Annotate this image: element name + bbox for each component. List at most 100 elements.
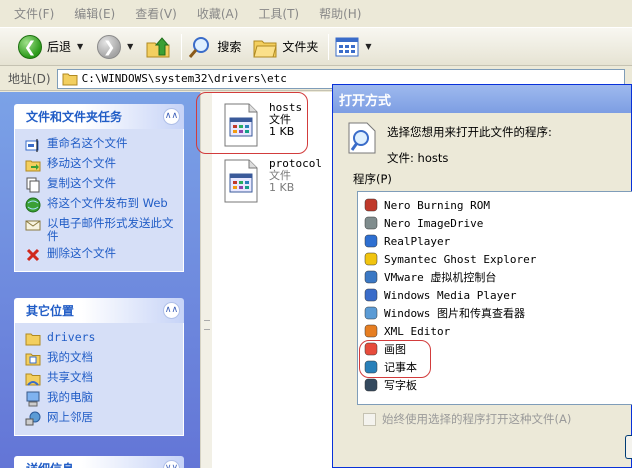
other-places-title: 其它位置 bbox=[26, 304, 75, 318]
views-icon bbox=[335, 37, 359, 56]
other-places-header[interactable]: 其它位置 ∧∧ bbox=[14, 298, 184, 323]
back-button[interactable]: ❮ 后退 ▼ bbox=[18, 32, 83, 62]
views-button[interactable]: ▼ bbox=[335, 32, 372, 62]
dialog-file-label: 文件: hosts bbox=[387, 151, 449, 165]
always-use-label: 始终使用选择的程序打开这种文件(A) bbox=[382, 412, 572, 426]
folders-icon bbox=[253, 40, 277, 57]
program-icon bbox=[364, 324, 378, 338]
program-icon bbox=[364, 288, 378, 302]
always-use-row[interactable]: 始终使用选择的程序打开这种文件(A) bbox=[363, 411, 571, 427]
dialog-prompt: 选择您想用来打开此文件的程序: bbox=[387, 125, 552, 139]
menu-help[interactable]: 帮助(H) bbox=[319, 5, 361, 22]
folder-icon bbox=[25, 333, 41, 346]
program-item[interactable]: Nero Burning ROM bbox=[358, 196, 632, 214]
folders-label: 文件夹 bbox=[282, 40, 319, 54]
task-move[interactable]: 移动这个文件 bbox=[25, 157, 175, 173]
menu-tools[interactable]: 工具(T) bbox=[258, 5, 299, 22]
web-publish-icon bbox=[25, 197, 41, 213]
program-item[interactable]: Windows 图片和传真查看器 bbox=[358, 304, 632, 322]
move-icon bbox=[25, 160, 41, 172]
programs-label: 程序(P) bbox=[353, 172, 392, 186]
task-publish-web-label: 将这个文件发布到 Web bbox=[47, 196, 168, 210]
place-my-computer[interactable]: 我的电脑 bbox=[25, 391, 175, 407]
task-email[interactable]: 以电子邮件形式发送此文件 bbox=[25, 217, 175, 243]
program-item[interactable]: RealPlayer bbox=[358, 232, 632, 250]
place-network[interactable]: 网上邻居 bbox=[25, 411, 175, 427]
open-with-icon bbox=[348, 122, 376, 154]
task-rename[interactable]: 重命名这个文件 bbox=[25, 137, 175, 153]
browse-button[interactable] bbox=[625, 435, 632, 459]
up-folder-button[interactable] bbox=[145, 32, 171, 62]
delete-icon bbox=[26, 248, 40, 262]
toolbar: ❮ 后退 ▼ ❯ ▼ 搜索 文件夹 ▼ bbox=[0, 28, 632, 66]
menu-view[interactable]: 查看(V) bbox=[135, 5, 177, 22]
file-tasks-title: 文件和文件夹任务 bbox=[26, 110, 123, 124]
dialog-header: 选择您想用来打开此文件的程序: 文件: hosts bbox=[347, 121, 552, 166]
dialog-title: 打开方式 bbox=[339, 93, 392, 109]
menu-favorites[interactable]: 收藏(A) bbox=[197, 5, 239, 22]
address-path: C:\WINDOWS\system32\drivers\etc bbox=[81, 72, 287, 85]
scroll-grip[interactable] bbox=[204, 320, 210, 330]
task-publish-web[interactable]: 将这个文件发布到 Web bbox=[25, 197, 175, 213]
up-folder-icon bbox=[146, 36, 170, 57]
program-icon bbox=[364, 252, 378, 266]
back-label: 后退 bbox=[47, 40, 72, 54]
program-icon bbox=[364, 198, 378, 212]
program-name: Windows Media Player bbox=[384, 288, 517, 302]
chevron-up-icon[interactable]: ∧∧ bbox=[163, 302, 180, 319]
email-icon bbox=[25, 220, 41, 231]
place-drivers[interactable]: drivers bbox=[25, 331, 175, 347]
program-item[interactable]: XML Editor bbox=[358, 322, 632, 340]
forward-arrow-icon: ❯ bbox=[97, 34, 122, 59]
program-name: Nero ImageDrive bbox=[384, 216, 484, 230]
file-protocol[interactable]: protocol 文件 1 KB bbox=[222, 158, 322, 204]
menu-file[interactable]: 文件(F) bbox=[14, 5, 54, 22]
program-icon bbox=[364, 234, 378, 248]
program-item[interactable]: Nero ImageDrive bbox=[358, 214, 632, 232]
menu-edit[interactable]: 编辑(E) bbox=[74, 5, 115, 22]
highlight-annotation bbox=[196, 92, 308, 154]
program-name: Windows 图片和传真查看器 bbox=[384, 307, 525, 320]
copy-icon bbox=[26, 177, 40, 193]
dialog-text: 选择您想用来打开此文件的程序: 文件: hosts bbox=[387, 121, 552, 166]
program-item[interactable]: Windows Media Player bbox=[358, 286, 632, 304]
program-name: VMware 虚拟机控制台 bbox=[384, 271, 497, 284]
place-shared-documents[interactable]: 共享文档 bbox=[25, 371, 175, 387]
program-icon bbox=[364, 270, 378, 284]
program-icon bbox=[364, 216, 378, 230]
menu-bar: 文件(F) 编辑(E) 查看(V) 收藏(A) 工具(T) 帮助(H) bbox=[0, 0, 632, 28]
chevron-up-icon[interactable]: ∧∧ bbox=[163, 108, 180, 125]
toolbar-separator bbox=[181, 33, 183, 60]
search-button[interactable]: 搜索 bbox=[188, 32, 241, 62]
forward-button[interactable]: ❯ ▼ bbox=[97, 32, 133, 62]
always-use-checkbox[interactable] bbox=[363, 412, 376, 426]
chevron-down-icon[interactable]: ∨∨ bbox=[163, 460, 180, 468]
file-size: 1 KB bbox=[269, 181, 295, 194]
forward-dropdown-icon[interactable]: ▼ bbox=[127, 42, 133, 51]
dialog-title-bar[interactable]: 打开方式 bbox=[333, 85, 631, 113]
program-icon bbox=[364, 306, 378, 320]
details-header[interactable]: 详细信息 ∨∨ bbox=[14, 456, 184, 468]
my-computer-icon bbox=[26, 391, 40, 407]
task-copy-label: 复制这个文件 bbox=[47, 176, 116, 190]
task-copy[interactable]: 复制这个文件 bbox=[25, 177, 175, 193]
folders-button[interactable]: 文件夹 bbox=[253, 32, 318, 62]
views-dropdown-icon[interactable]: ▼ bbox=[365, 42, 371, 51]
program-item[interactable]: 写字板 bbox=[358, 376, 632, 394]
program-item[interactable]: Symantec Ghost Explorer bbox=[358, 250, 632, 268]
address-label: 地址(D) bbox=[8, 72, 51, 86]
details-title: 详细信息 bbox=[26, 460, 74, 468]
other-places-body: drivers 我的文档 共享文档 我的电脑 网上邻居 bbox=[14, 323, 184, 436]
task-pane: 文件和文件夹任务 ∧∧ 重命名这个文件 移动这个文件 复制这个文件 将这个文件发… bbox=[0, 92, 200, 468]
file-tasks-header[interactable]: 文件和文件夹任务 ∧∧ bbox=[14, 104, 184, 129]
back-dropdown-icon[interactable]: ▼ bbox=[77, 42, 83, 51]
place-my-documents[interactable]: 我的文档 bbox=[25, 351, 175, 367]
task-rename-label: 重命名这个文件 bbox=[47, 136, 128, 150]
rename-icon bbox=[25, 139, 39, 152]
program-item[interactable]: VMware 虚拟机控制台 bbox=[358, 268, 632, 286]
place-network-label: 网上邻居 bbox=[47, 410, 93, 424]
program-name: XML Editor bbox=[384, 324, 451, 338]
task-delete[interactable]: 删除这个文件 bbox=[25, 247, 175, 263]
program-name: 写字板 bbox=[384, 379, 417, 392]
program-name: Symantec Ghost Explorer bbox=[384, 252, 537, 266]
